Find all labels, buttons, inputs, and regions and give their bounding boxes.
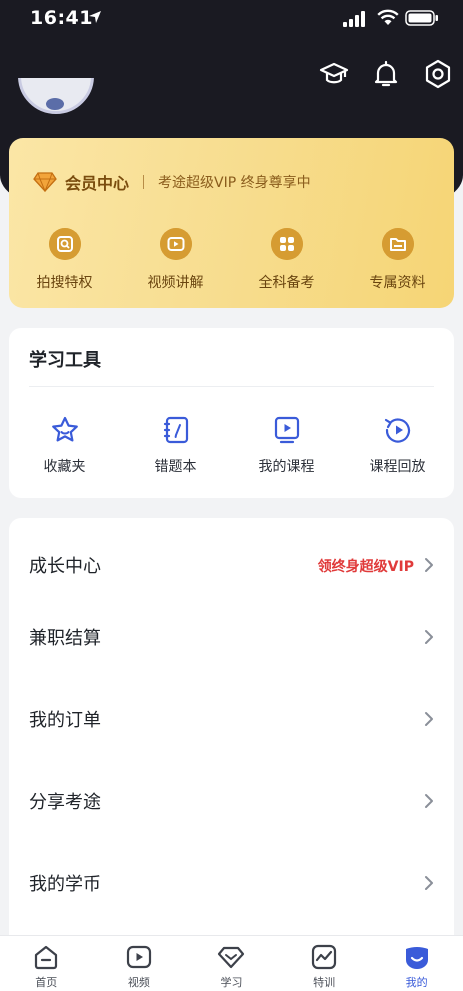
- tool-mistakes-book[interactable]: 错题本: [120, 414, 231, 476]
- diamond-icon: [218, 946, 245, 969]
- vip-item-video[interactable]: 视频讲解: [120, 228, 231, 292]
- home-icon: [35, 945, 58, 970]
- tab-label: 特训: [313, 976, 336, 989]
- tab-home[interactable]: 首页: [0, 936, 93, 991]
- tab-study[interactable]: 学习: [185, 936, 278, 991]
- menu-item-label: 分享考途: [29, 792, 101, 813]
- tool-my-courses[interactable]: 我的课程: [231, 414, 342, 476]
- video-play-icon: [159, 228, 192, 260]
- menu-item-part-time-settlement[interactable]: 兼职结算: [9, 608, 454, 668]
- tool-label: 课程回放: [369, 459, 426, 475]
- avatar[interactable]: [18, 78, 94, 116]
- course-icon: [274, 416, 299, 444]
- menu-item-my-orders[interactable]: 我的订单: [9, 690, 454, 750]
- vip-card[interactable]: 会员中心 考途超级VIP 终身尊享中 拍搜特权 视频讲解 全科备考 专属资料: [9, 138, 454, 308]
- chevron-right-icon: [425, 630, 433, 644]
- signal-icon: [343, 11, 365, 27]
- vip-item-all-subjects[interactable]: 全科备考: [231, 228, 342, 292]
- replay-icon: [384, 418, 410, 443]
- graduation-cap-icon[interactable]: [318, 58, 350, 90]
- vip-item-photo-search[interactable]: 拍搜特权: [9, 228, 120, 292]
- status-time: 16:41: [30, 7, 93, 29]
- vip-item-materials[interactable]: 专属资料: [342, 228, 453, 292]
- vip-promo-badge: 领终身超级VIP: [317, 559, 414, 575]
- tab-label: 视频: [127, 976, 150, 989]
- vip-item-label: 全科备考: [258, 275, 315, 291]
- vip-item-label: 拍搜特权: [36, 275, 93, 291]
- tab-profile[interactable]: 我的: [370, 936, 463, 991]
- vip-diamond-icon: [33, 172, 57, 192]
- tab-label: 我的: [405, 976, 428, 989]
- vip-title: 会员中心: [65, 174, 130, 193]
- video-icon: [126, 945, 151, 969]
- menu-item-label: 兼职结算: [29, 628, 101, 649]
- divider: [29, 386, 434, 387]
- menu-item-my-coins[interactable]: 我的学币: [9, 854, 454, 914]
- profile-icon: [405, 947, 428, 969]
- grid-icon: [270, 228, 303, 260]
- location-arrow-icon: [89, 11, 101, 23]
- tool-favorites[interactable]: 收藏夹: [9, 414, 120, 476]
- bell-icon[interactable]: [370, 58, 402, 90]
- study-tools-title: 学习工具: [29, 350, 101, 371]
- tab-bar: 首页 视频 学习 特训 我的: [0, 935, 463, 991]
- chevron-right-icon: [425, 712, 433, 726]
- notebook-icon: [163, 416, 188, 444]
- vip-subtitle: 考途超级VIP 终身尊享中: [158, 175, 311, 191]
- status-bar: 16:41: [0, 0, 463, 40]
- vip-item-label: 视频讲解: [147, 275, 204, 291]
- tab-video[interactable]: 视频: [93, 936, 186, 991]
- menu-item-label: 成长中心: [29, 556, 101, 577]
- chevron-right-icon: [425, 794, 433, 808]
- tool-label: 错题本: [154, 459, 197, 475]
- star-icon: [51, 416, 78, 442]
- wifi-icon: [377, 9, 399, 25]
- tab-training[interactable]: 特训: [278, 936, 371, 991]
- tab-label: 首页: [35, 976, 58, 989]
- vip-item-label: 专属资料: [369, 275, 426, 291]
- battery-icon: [405, 10, 438, 26]
- menu-item-growth-center[interactable]: 成长中心 领终身超级VIP: [9, 536, 454, 596]
- divider: [143, 175, 145, 189]
- camera-search-icon: [48, 228, 81, 260]
- chevron-right-icon: [425, 558, 433, 572]
- tool-label: 收藏夹: [43, 459, 86, 475]
- menu-item-label: 我的订单: [29, 710, 101, 731]
- menu-item-share[interactable]: 分享考途: [9, 772, 454, 832]
- study-tools-card: 学习工具 收藏夹 错题本 我的课程 课程回放: [9, 328, 454, 498]
- folder-icon: [381, 228, 414, 260]
- gear-icon[interactable]: [422, 58, 454, 90]
- tool-course-replay[interactable]: 课程回放: [342, 414, 453, 476]
- tab-label: 学习: [220, 976, 243, 989]
- tool-label: 我的课程: [258, 459, 315, 475]
- trend-icon: [311, 944, 337, 970]
- menu-item-label: 我的学币: [29, 874, 101, 895]
- chevron-right-icon: [425, 876, 433, 890]
- menu-list: 成长中心 领终身超级VIP 兼职结算 我的订单 分享考途 我的学币: [9, 518, 454, 948]
